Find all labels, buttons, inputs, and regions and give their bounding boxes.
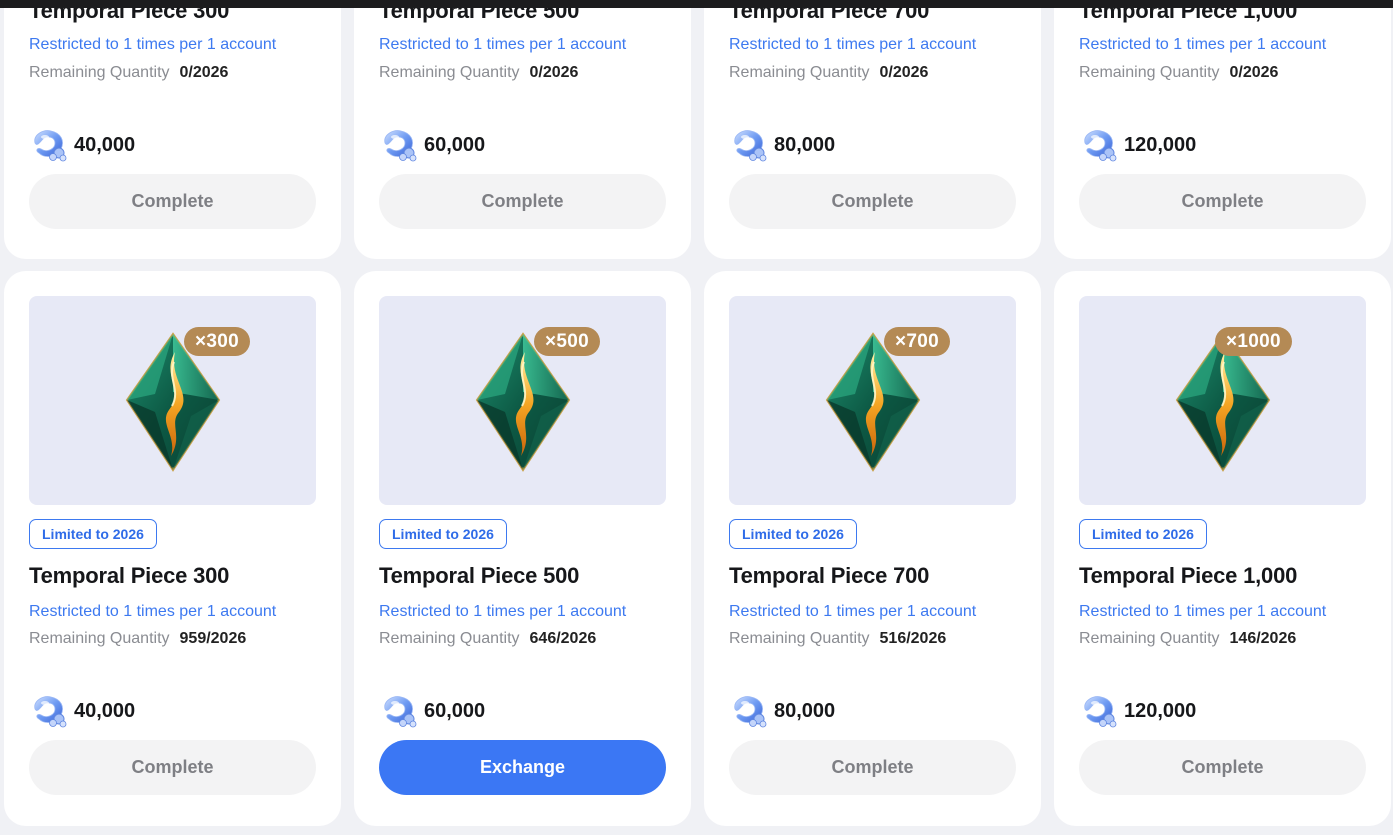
price-value: 40,000	[74, 133, 136, 156]
coin-icon	[1079, 127, 1119, 163]
price-value: 120,000	[1124, 133, 1197, 156]
price: 120,000	[1079, 693, 1196, 729]
coin-icon	[379, 693, 419, 729]
limit-badge: Limited to 2026	[29, 519, 157, 549]
price: 60,000	[379, 127, 485, 163]
reward-card: Temporal Piece 1,000 Restricted to 1 tim…	[1054, 0, 1391, 259]
remaining-label: Remaining Quantity	[1079, 64, 1220, 81]
remaining-quantity: Remaining Quantity 0/2026	[729, 64, 928, 82]
price: 60,000	[379, 693, 485, 729]
remaining-quantity: Remaining Quantity 0/2026	[379, 64, 578, 82]
price-value: 80,000	[774, 133, 836, 156]
remaining-quantity: Remaining Quantity 0/2026	[29, 64, 228, 82]
restriction-text: Restricted to 1 times per 1 account	[729, 36, 977, 53]
quantity-badge: ×700	[884, 327, 950, 356]
remaining-label: Remaining Quantity	[729, 64, 870, 81]
reward-card: ×500 Limited to 2026 Temporal Piece 500 …	[354, 271, 691, 826]
card-title: Temporal Piece 700	[729, 563, 930, 588]
remaining-value: 516/2026	[879, 630, 947, 647]
remaining-label: Remaining Quantity	[729, 630, 870, 647]
remaining-label: Remaining Quantity	[29, 630, 170, 647]
remaining-quantity: Remaining Quantity 516/2026	[729, 630, 946, 648]
reward-card: Temporal Piece 700 Restricted to 1 times…	[704, 0, 1041, 259]
complete-button[interactable]: Complete	[29, 174, 316, 229]
card-title: Temporal Piece 500	[379, 563, 580, 588]
item-image: ×700	[729, 296, 1016, 505]
remaining-label: Remaining Quantity	[379, 630, 520, 647]
restriction-text: Restricted to 1 times per 1 account	[379, 36, 627, 53]
restriction-text: Restricted to 1 times per 1 account	[29, 36, 277, 53]
coin-icon	[379, 127, 419, 163]
item-image: ×1000	[1079, 296, 1366, 505]
remaining-quantity: Remaining Quantity 146/2026	[1079, 630, 1296, 648]
remaining-quantity: Remaining Quantity 0/2026	[1079, 64, 1278, 82]
restriction-text: Restricted to 1 times per 1 account	[1079, 603, 1327, 620]
exchange-button[interactable]: Exchange	[379, 740, 666, 795]
reward-card: ×300 Limited to 2026 Temporal Piece 300 …	[4, 271, 341, 826]
coin-icon	[729, 127, 769, 163]
price-value: 80,000	[774, 699, 836, 722]
top-bar	[0, 0, 1393, 8]
restriction-text: Restricted to 1 times per 1 account	[29, 603, 277, 620]
price-value: 60,000	[424, 699, 486, 722]
item-image: ×300	[29, 296, 316, 505]
remaining-value: 0/2026	[879, 64, 929, 81]
price: 40,000	[29, 127, 135, 163]
quantity-badge: ×500	[534, 327, 600, 356]
price-value: 40,000	[74, 699, 136, 722]
quantity-badge: ×1000	[1215, 327, 1292, 356]
complete-button[interactable]: Complete	[729, 174, 1016, 229]
complete-button[interactable]: Complete	[379, 174, 666, 229]
coin-icon	[1079, 693, 1119, 729]
remaining-value: 0/2026	[529, 64, 579, 81]
remaining-label: Remaining Quantity	[29, 64, 170, 81]
restriction-text: Restricted to 1 times per 1 account	[729, 603, 977, 620]
complete-button[interactable]: Complete	[729, 740, 1016, 795]
remaining-value: 646/2026	[529, 630, 597, 647]
complete-button[interactable]: Complete	[1079, 740, 1366, 795]
restriction-text: Restricted to 1 times per 1 account	[1079, 36, 1327, 53]
remaining-quantity: Remaining Quantity 959/2026	[29, 630, 246, 648]
limit-badge: Limited to 2026	[379, 519, 507, 549]
coin-icon	[29, 693, 69, 729]
complete-button[interactable]: Complete	[1079, 174, 1366, 229]
card-title: Temporal Piece 1,000	[1079, 563, 1298, 588]
item-image: ×500	[379, 296, 666, 505]
remaining-value: 0/2026	[179, 64, 229, 81]
price: 120,000	[1079, 127, 1196, 163]
remaining-value: 0/2026	[1229, 64, 1279, 81]
limit-badge: Limited to 2026	[729, 519, 857, 549]
remaining-label: Remaining Quantity	[379, 64, 520, 81]
limit-badge: Limited to 2026	[1079, 519, 1207, 549]
price-value: 120,000	[1124, 699, 1197, 722]
price: 80,000	[729, 127, 835, 163]
price: 40,000	[29, 693, 135, 729]
coin-icon	[729, 693, 769, 729]
remaining-value: 146/2026	[1229, 630, 1297, 647]
remaining-label: Remaining Quantity	[1079, 630, 1220, 647]
remaining-value: 959/2026	[179, 630, 247, 647]
remaining-quantity: Remaining Quantity 646/2026	[379, 630, 596, 648]
reward-card: ×700 Limited to 2026 Temporal Piece 700 …	[704, 271, 1041, 826]
reward-card: ×1000 Limited to 2026 Temporal Piece 1,0…	[1054, 271, 1391, 826]
reward-card: Temporal Piece 300 Restricted to 1 times…	[4, 0, 341, 259]
price: 80,000	[729, 693, 835, 729]
coin-icon	[29, 127, 69, 163]
card-title: Temporal Piece 300	[29, 563, 230, 588]
restriction-text: Restricted to 1 times per 1 account	[379, 603, 627, 620]
reward-card: Temporal Piece 500 Restricted to 1 times…	[354, 0, 691, 259]
complete-button[interactable]: Complete	[29, 740, 316, 795]
price-value: 60,000	[424, 133, 486, 156]
quantity-badge: ×300	[184, 327, 250, 356]
